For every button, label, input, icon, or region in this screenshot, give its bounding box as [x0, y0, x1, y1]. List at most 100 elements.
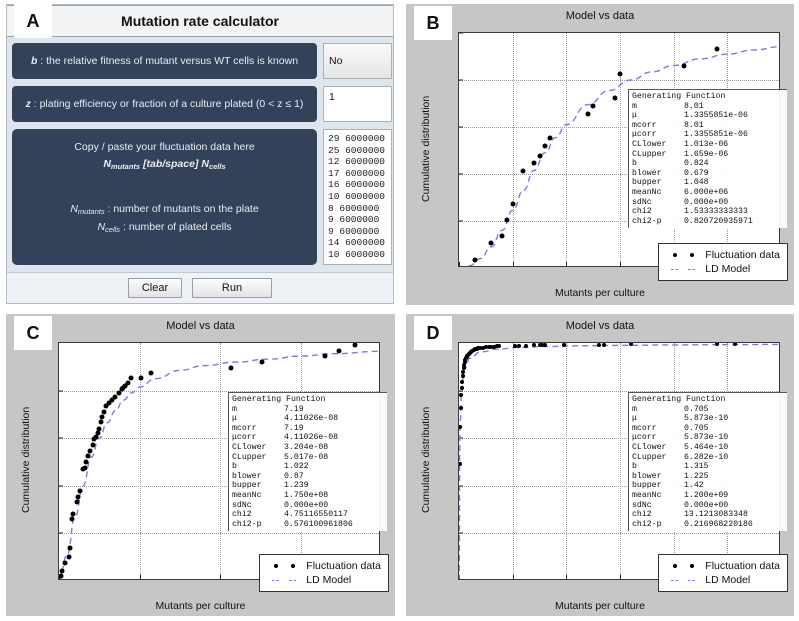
gf-value: 8.01 — [684, 101, 704, 111]
legend-label-data: Fluctuation data — [705, 560, 780, 572]
gf-row: CLupper 5.017e-08 — [232, 453, 384, 463]
gf-title: Generating Function — [632, 92, 726, 101]
panel-b: Model vs data 01020304050600.00.20.40.60… — [400, 0, 799, 310]
data-point — [459, 406, 463, 411]
data-point — [69, 516, 75, 522]
plot-c-legend: Fluctuation data LD Model — [259, 554, 389, 592]
gf-key: mcorr — [232, 423, 257, 433]
legend-label-model: LD Model — [705, 263, 751, 275]
gf-row: μ 1.3355851e-06 — [632, 111, 784, 121]
plot-b-generating-function-box: Generating Function m 8.01 μ 1.3355851e-06 mc… — [628, 89, 787, 229]
fitness-prompt-label: b : the relative fitness of mutant versu… — [12, 43, 317, 79]
gf-row: blower 0.679 — [632, 169, 784, 179]
data-point — [585, 111, 591, 117]
data-point — [459, 393, 464, 398]
data-point — [85, 453, 91, 459]
format-separator: [tab/space] — [140, 158, 202, 170]
plot-c-xlabel: Mutants per culture — [155, 600, 246, 612]
plot-d-legend: Fluctuation data LD Model — [658, 554, 788, 592]
gf-row: CLupper 1.659e-06 — [632, 150, 784, 160]
gf-value: 7.19 — [284, 404, 304, 414]
data-point — [101, 409, 107, 415]
paste-instructions-nmutants: Nmutants : number of mutants on the plat… — [70, 203, 258, 216]
data-point — [628, 343, 633, 347]
legend-item-data: Fluctuation data — [666, 248, 780, 262]
data-point — [596, 343, 601, 347]
gf-key: m — [632, 404, 637, 414]
gf-key: m — [632, 101, 637, 111]
panel-label-d: D — [414, 316, 452, 350]
data-point — [714, 343, 719, 347]
legend-marker-dashes — [666, 579, 700, 581]
gf-value: 1.048 — [684, 178, 709, 188]
data-point — [460, 374, 465, 379]
paste-instructions-format: Nmutants [tab/space] Ncells — [103, 158, 225, 171]
gf-value: 7.19 — [284, 423, 304, 433]
clear-button[interactable]: Clear — [128, 278, 182, 298]
form-row-data: Copy / paste your fluctuation data here … — [7, 129, 393, 265]
gf-value: 0.705 — [684, 404, 709, 414]
gf-key: blower — [232, 471, 262, 481]
gf-row: CLupper 6.282e-10 — [632, 453, 784, 463]
data-point — [714, 46, 720, 52]
plating-efficiency-prompt-text: : plating efficiency or fraction of a cu… — [30, 98, 304, 110]
data-point — [95, 430, 101, 436]
data-point — [542, 143, 548, 149]
gf-row: sdNc 0.000e+00 — [632, 501, 784, 511]
data-point — [336, 348, 342, 354]
data-point — [138, 375, 144, 380]
data-point — [67, 545, 73, 551]
gf-row: mcorr 8.01 — [632, 121, 784, 131]
fluctuation-data-textarea[interactable]: 29 6000000 25 6000000 12 6000000 17 6000… — [323, 129, 392, 265]
gf-title: Generating Function — [632, 395, 726, 404]
data-point — [561, 343, 566, 347]
gf-row: meanNc 1.200e+09 — [632, 491, 784, 501]
legend-marker-dots — [267, 564, 301, 568]
gf-value: 1.3355851e-06 — [684, 111, 748, 121]
plating-efficiency-prompt-label: z : plating efficiency or fraction of a … — [12, 86, 317, 122]
gf-key: mcorr — [632, 423, 657, 433]
nmut-symbol-2: N — [70, 203, 78, 215]
button-row: Clear Run — [7, 272, 393, 303]
legend-label-data: Fluctuation data — [705, 249, 780, 261]
panel-label-c: C — [14, 316, 52, 350]
gf-key: b — [632, 462, 637, 472]
gf-row: chi2-p 0.216968220186 — [632, 520, 784, 530]
data-point — [461, 369, 466, 374]
run-button[interactable]: Run — [192, 278, 272, 298]
plot-b-ylabel: Cumulative distribution — [420, 95, 432, 202]
panel-c: Model vs data 0501001502000.00.20.40.60.… — [0, 310, 400, 621]
data-point — [499, 233, 505, 239]
plot-d-xlabel: Mutants per culture — [555, 600, 645, 612]
mutation-rate-calculator-app: Mutation rate calculator b : the relativ… — [6, 4, 394, 304]
gf-key: μ — [632, 414, 637, 424]
gf-key: blower — [632, 471, 662, 481]
gf-value: 5.873e-10 — [684, 433, 729, 443]
data-point — [322, 353, 328, 359]
gf-key: μcorr — [232, 433, 257, 443]
gf-row: chi2 4.75116550117 — [232, 510, 384, 520]
ncells-subscript-2: cells — [105, 225, 121, 234]
gf-key: chi2-p — [632, 216, 662, 226]
plot-b-canvas: Model vs data 01020304050600.00.20.40.60… — [406, 4, 794, 305]
gf-value: 0.000e+00 — [684, 500, 729, 510]
gf-value: 4.11026e-08 — [284, 414, 339, 424]
gf-key: μ — [232, 414, 237, 424]
gf-row: bupper 1.048 — [632, 178, 784, 188]
gf-row: μ 4.11026e-08 — [232, 414, 384, 424]
plating-efficiency-input[interactable]: 1 — [323, 86, 392, 122]
gf-row: blower 1.225 — [632, 472, 784, 482]
paste-instructions-ncells: Ncells : number of plated cells — [97, 221, 231, 234]
data-point — [228, 365, 234, 371]
gf-value: 13.1213083348 — [684, 510, 748, 520]
data-point — [590, 103, 596, 109]
fitness-known-select[interactable]: No — [323, 43, 392, 79]
data-point — [259, 359, 265, 365]
gf-value: 0.000e+00 — [284, 500, 329, 510]
gf-value: 0.576100961806 — [284, 519, 353, 529]
data-point — [98, 419, 104, 425]
gf-value: 1.42 — [684, 481, 704, 491]
data-point — [74, 499, 80, 505]
data-point — [517, 343, 522, 348]
gf-value: 1.013e-06 — [684, 139, 729, 149]
